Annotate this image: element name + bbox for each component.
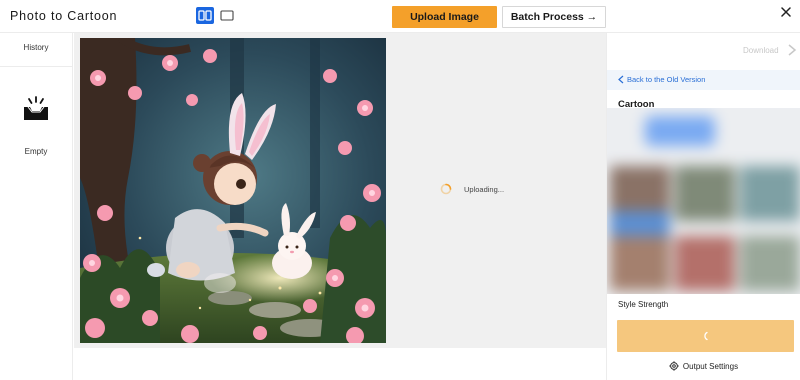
preview-canvas: Uploading... <box>74 33 606 380</box>
uploaded-photo-image <box>80 38 386 343</box>
app-window: Photo to Cartoon Upload Image Batch Proc… <box>0 0 800 380</box>
app-title: Photo to Cartoon <box>10 9 118 23</box>
sidebar-divider <box>0 66 72 67</box>
uploaded-photo <box>80 38 386 343</box>
style-presets-blurred <box>607 108 800 294</box>
history-sidebar: History Empty <box>0 33 73 380</box>
top-bar: Photo to Cartoon Upload Image Batch Proc… <box>0 0 800 33</box>
split-view-button[interactable] <box>196 7 214 24</box>
output-settings-button[interactable]: Output Settings <box>607 358 800 374</box>
style-presets-grid <box>607 108 800 294</box>
download-label: Download <box>743 46 779 55</box>
output-settings-label: Output Settings <box>682 361 739 371</box>
generate-button[interactable] <box>617 320 794 352</box>
close-button[interactable] <box>778 4 794 20</box>
empty-state-label: Empty <box>24 147 48 156</box>
back-link-label: Back to the Old Version <box>627 75 706 84</box>
close-icon <box>781 7 791 17</box>
chevron-right-icon <box>788 44 797 56</box>
back-to-old-version[interactable]: Back to the Old Version <box>607 70 800 90</box>
preview-area: Uploading... <box>74 33 606 348</box>
batch-process-button[interactable]: Batch Process → <box>502 6 606 28</box>
style-strength-label: Style Strength <box>618 300 669 309</box>
single-view-button[interactable] <box>218 7 236 24</box>
single-view-icon <box>220 10 234 21</box>
empty-tray-icon <box>24 96 48 120</box>
download-control[interactable]: Download <box>607 43 799 59</box>
settings-panel: Download Back to the Old Version Cartoon <box>606 33 800 380</box>
split-view-icon <box>198 10 212 21</box>
loading-spinner-icon <box>440 183 452 195</box>
chevron-left-icon <box>618 75 624 84</box>
loading-spinner-icon <box>703 331 708 341</box>
uploading-text: Uploading... <box>464 184 505 194</box>
view-toggle <box>196 7 236 24</box>
upload-image-button[interactable]: Upload Image <box>392 6 497 28</box>
style-thumbnails-image <box>607 108 800 294</box>
uploading-indicator: Uploading... <box>440 183 504 195</box>
history-tab[interactable]: History <box>0 43 72 52</box>
gear-icon <box>669 361 679 371</box>
